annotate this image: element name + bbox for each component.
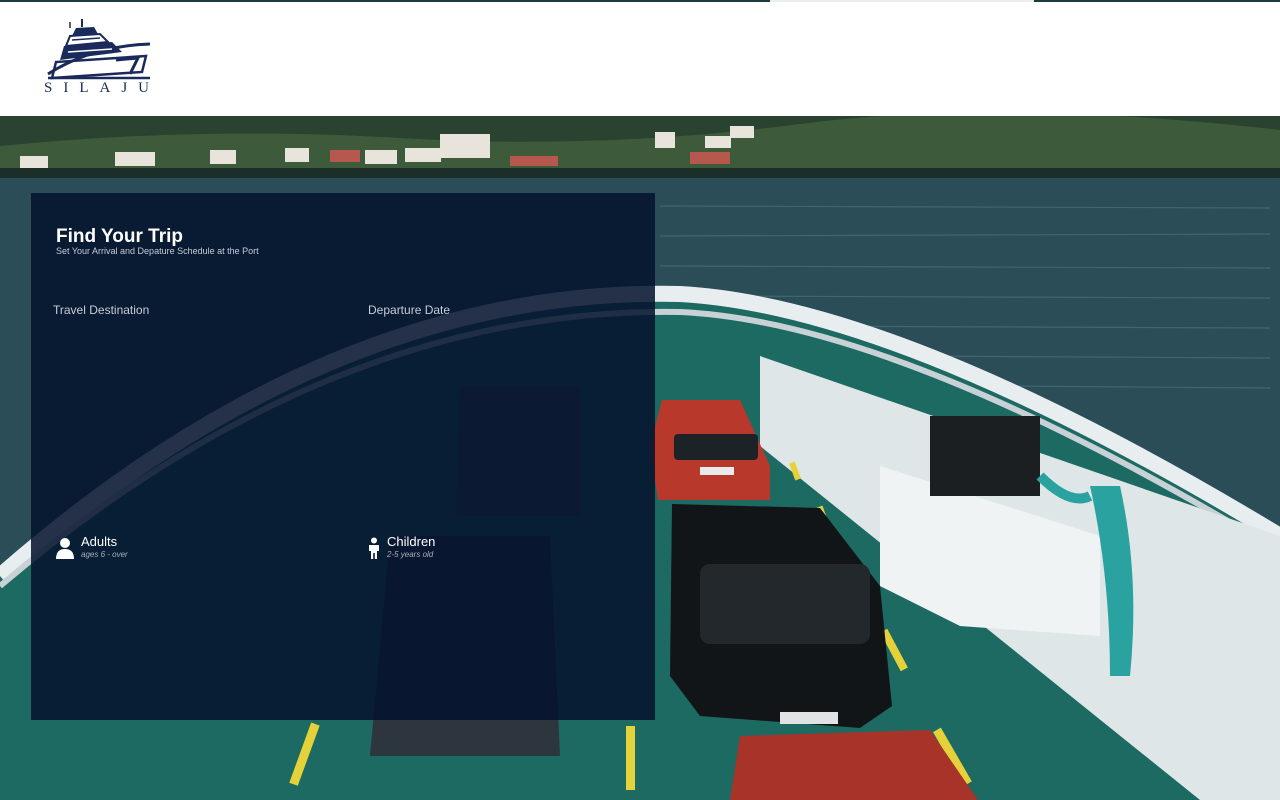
- person-icon: [56, 538, 74, 559]
- site-header: SILAJU: [0, 2, 1280, 116]
- children-hint: 2-5 years old: [387, 550, 434, 559]
- child-icon: [369, 537, 379, 559]
- brand-logo[interactable]: SILAJU: [42, 16, 154, 102]
- brand-name: SILAJU: [44, 80, 161, 96]
- ship-logo-icon: [47, 19, 151, 80]
- trip-search-panel: Find Your Trip Set Your Arrival and Depa…: [31, 193, 655, 720]
- top-accent-line: [0, 0, 1280, 2]
- panel-subtitle: Set Your Arrival and Depature Schedule a…: [56, 246, 259, 256]
- travel-destination-label[interactable]: Travel Destination: [53, 303, 149, 317]
- adults-label: Adults: [81, 534, 118, 549]
- panel-title: Find Your Trip: [56, 226, 184, 247]
- adults-hint: ages 6 - over: [81, 550, 128, 559]
- children-label: Children: [387, 534, 436, 549]
- departure-date-label[interactable]: Departure Date: [368, 303, 450, 317]
- top-accent-segment: [770, 0, 1034, 2]
